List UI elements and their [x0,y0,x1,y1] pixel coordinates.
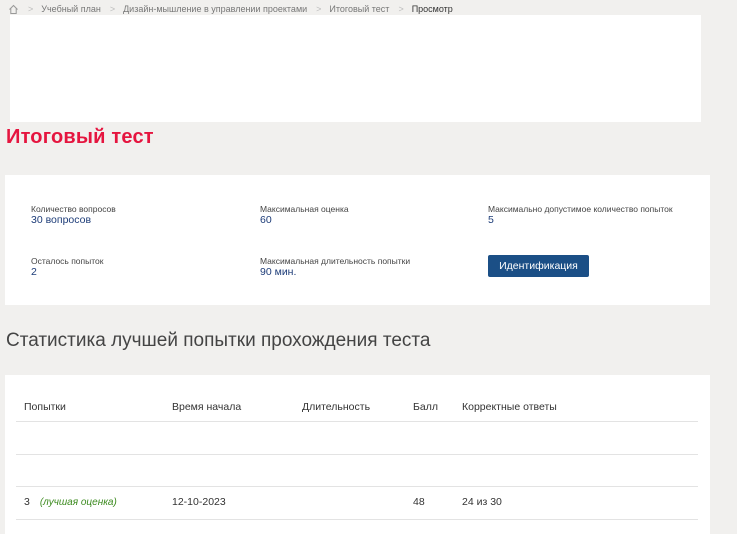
row-divider [16,486,698,487]
table-row-attempt: 3 (лучшая оценка) [24,496,117,508]
breadcrumb-item-course[interactable]: Дизайн-мышление в управлении проектами [123,4,307,14]
chevron-right-icon: > [109,4,116,14]
column-header-duration: Длительность [302,401,371,413]
banner-area [10,15,701,122]
chevron-right-icon: > [316,4,322,14]
max-duration-value: 90 мин. [260,266,297,278]
questions-count-label: Количество вопросов [31,204,116,214]
table-row-correct: 24 из 30 [462,496,502,508]
breadcrumb: > Учебный план > Дизайн-мышление в управ… [8,2,453,16]
attempts-left-label: Осталось попыток [31,256,104,266]
table-row-score: 48 [413,496,425,508]
questions-count: Количество вопросов 30 вопросов [31,204,116,226]
max-attempts: Максимально допустимое количество попыто… [488,204,688,226]
max-duration: Максимальная длительность попытки 90 мин… [260,256,410,278]
page-title: Итоговый тест [6,126,154,148]
chevron-right-icon: > [28,4,34,14]
column-header-attempts: Попытки [24,401,66,413]
chevron-right-icon: > [398,4,404,14]
test-info-card: Количество вопросов 30 вопросов Максимал… [5,175,710,305]
breadcrumb-item-plan[interactable]: Учебный план [41,4,101,14]
breadcrumb-item-test[interactable]: Итоговый тест [329,4,389,14]
stats-title: Статистика лучшей попытки прохождения те… [6,330,431,351]
attempts-left: Осталось попыток 2 [31,256,104,278]
questions-count-value: 30 вопросов [31,214,92,226]
table-row-start-time: 12-10-2023 [172,496,226,508]
max-attempts-label: Максимально допустимое количество попыто… [488,204,673,214]
max-score-value: 60 [260,214,272,226]
stats-table: Попытки Время начала Длительность Балл К… [5,375,710,534]
column-header-score: Балл [413,401,438,413]
column-header-start-time: Время начала [172,401,242,413]
identification-button[interactable]: Идентификация [488,255,589,277]
max-duration-label: Максимальная длительность попытки [260,256,411,266]
max-attempts-value: 5 [488,214,494,226]
row-divider [16,519,698,520]
row-divider [16,421,698,422]
attempt-number: 3 [24,496,30,508]
max-score: Максимальная оценка 60 [260,204,349,226]
breadcrumb-current: Просмотр [411,4,453,14]
home-icon[interactable] [8,4,19,15]
best-score-note: (лучшая оценка) [39,497,117,508]
attempts-left-value: 2 [31,266,37,278]
max-score-label: Максимальная оценка [260,204,349,214]
row-divider [16,454,698,455]
column-header-correct: Корректные ответы [462,401,557,413]
